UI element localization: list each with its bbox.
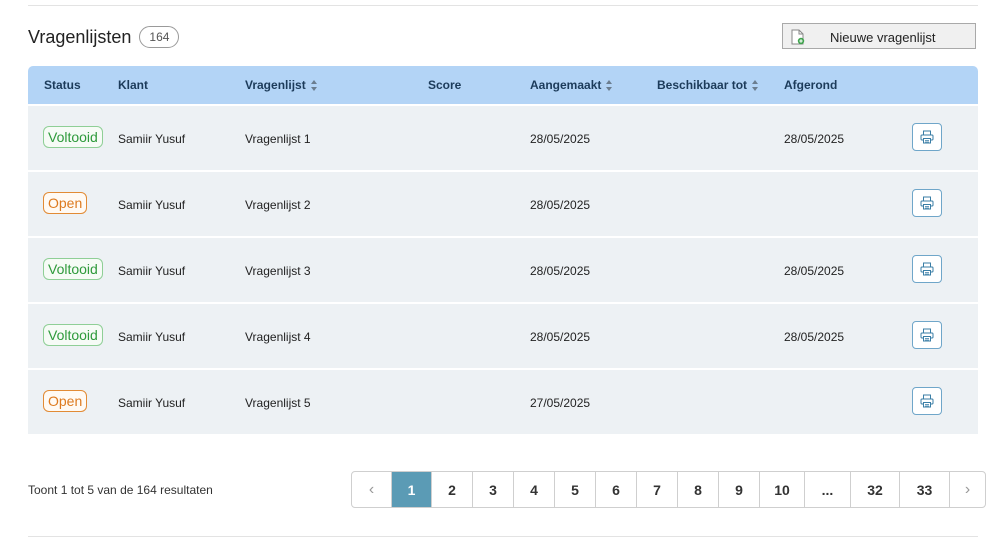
cell-vragenlijst: Vragenlijst 5 bbox=[245, 396, 311, 410]
table-header: Status Klant Vragenlijst Score Aangemaak… bbox=[28, 66, 978, 104]
table-row: Voltooid Samiir Yusuf Vragenlijst 3 28/05/2… bbox=[28, 238, 978, 302]
print-button[interactable] bbox=[912, 387, 942, 415]
pagination-page-33[interactable]: 33 bbox=[899, 472, 949, 507]
cell-afgerond: 28/05/2025 bbox=[784, 264, 845, 278]
new-questionnaire-label: Nieuwe vragenlijst bbox=[830, 30, 936, 45]
status-badge: Open bbox=[43, 390, 88, 412]
cell-klant: Samiir Yusuf bbox=[118, 396, 186, 410]
table-row: Open Samiir Yusuf Vragenlijst 2 28/05/2025 bbox=[28, 172, 978, 236]
cell-klant: Samiir Yusuf bbox=[118, 132, 186, 146]
sort-icon bbox=[752, 79, 759, 91]
print-button[interactable] bbox=[912, 123, 942, 151]
column-header-afgerond: Afgerond bbox=[784, 78, 838, 92]
result-count-text: Toont 1 tot 5 van de 164 resultaten bbox=[28, 483, 213, 497]
bottom-divider bbox=[28, 536, 978, 537]
printer-icon bbox=[920, 130, 934, 144]
pagination-page-4[interactable]: 4 bbox=[513, 472, 554, 507]
new-questionnaire-button[interactable]: Nieuwe vragenlijst bbox=[782, 23, 976, 49]
cell-vragenlijst: Vragenlijst 2 bbox=[245, 198, 311, 212]
status-badge: Voltooid bbox=[43, 258, 103, 280]
cell-vragenlijst: Vragenlijst 3 bbox=[245, 264, 311, 278]
page-header: Vragenlijsten 164 bbox=[28, 22, 180, 52]
page-title: Vragenlijsten bbox=[28, 26, 132, 47]
cell-afgerond: 28/05/2025 bbox=[784, 132, 845, 146]
column-header-beschikbaar[interactable]: Beschikbaar tot bbox=[657, 78, 759, 92]
sort-icon bbox=[310, 79, 318, 91]
cell-aangemaakt: 28/05/2025 bbox=[530, 198, 591, 212]
count-badge: 164 bbox=[139, 26, 180, 48]
cell-vragenlijst: Vragenlijst 4 bbox=[245, 330, 311, 344]
cell-aangemaakt: 28/05/2025 bbox=[530, 264, 591, 278]
print-button[interactable] bbox=[912, 255, 942, 283]
cell-klant: Samiir Yusuf bbox=[118, 198, 186, 212]
status-badge: Voltooid bbox=[43, 126, 103, 148]
column-header-klant: Klant bbox=[118, 78, 148, 92]
pagination-page-3[interactable]: 3 bbox=[472, 472, 513, 507]
cell-aangemaakt: 28/05/2025 bbox=[530, 132, 591, 146]
print-button[interactable] bbox=[912, 321, 942, 349]
table-row: Voltooid Samiir Yusuf Vragenlijst 4 28/05/2… bbox=[28, 304, 978, 368]
printer-icon bbox=[920, 328, 934, 342]
sort-icon bbox=[606, 79, 613, 91]
column-header-vragenlijst[interactable]: Vragenlijst bbox=[245, 78, 318, 92]
cell-afgerond: 28/05/2025 bbox=[784, 330, 845, 344]
column-header-aangemaakt[interactable]: Aangemaakt bbox=[530, 78, 613, 92]
column-header-score: Score bbox=[428, 78, 462, 92]
pagination-prev-button[interactable]: ‹ bbox=[352, 472, 391, 507]
cell-vragenlijst: Vragenlijst 1 bbox=[245, 132, 311, 146]
table-row: Open Samiir Yusuf Vragenlijst 5 27/05/2025 bbox=[28, 370, 978, 434]
printer-icon bbox=[920, 196, 934, 210]
cell-aangemaakt: 27/05/2025 bbox=[530, 396, 591, 410]
table-row: Voltooid Samiir Yusuf Vragenlijst 1 28/05/2… bbox=[28, 106, 978, 170]
column-header-status: Status bbox=[44, 78, 81, 92]
cell-klant: Samiir Yusuf bbox=[118, 264, 186, 278]
pagination-page-1[interactable]: 1 bbox=[391, 472, 431, 507]
pagination-page-7[interactable]: 7 bbox=[636, 472, 677, 507]
printer-icon bbox=[920, 262, 934, 276]
pagination-page-5[interactable]: 5 bbox=[554, 472, 595, 507]
pagination-page-2[interactable]: 2 bbox=[431, 472, 472, 507]
top-divider bbox=[28, 5, 978, 6]
pagination-next-button[interactable]: › bbox=[949, 472, 985, 507]
cell-klant: Samiir Yusuf bbox=[118, 330, 186, 344]
pagination-page-8[interactable]: 8 bbox=[677, 472, 718, 507]
pagination-page-32[interactable]: 32 bbox=[850, 472, 899, 507]
pagination-page-9[interactable]: 9 bbox=[718, 472, 759, 507]
status-badge: Voltooid bbox=[43, 324, 103, 346]
cell-aangemaakt: 28/05/2025 bbox=[530, 330, 591, 344]
questionnaire-table: Status Klant Vragenlijst Score Aangemaak… bbox=[28, 66, 978, 434]
pagination-page-6[interactable]: 6 bbox=[595, 472, 636, 507]
pagination-ellipsis[interactable]: ... bbox=[804, 472, 850, 507]
print-button[interactable] bbox=[912, 189, 942, 217]
printer-icon bbox=[920, 394, 934, 408]
new-document-icon bbox=[791, 29, 805, 48]
pagination-page-10[interactable]: 10 bbox=[759, 472, 804, 507]
status-badge: Open bbox=[43, 192, 88, 214]
pagination: ‹ 1 2 3 4 5 6 7 8 9 10... 32 33 › bbox=[351, 471, 986, 508]
